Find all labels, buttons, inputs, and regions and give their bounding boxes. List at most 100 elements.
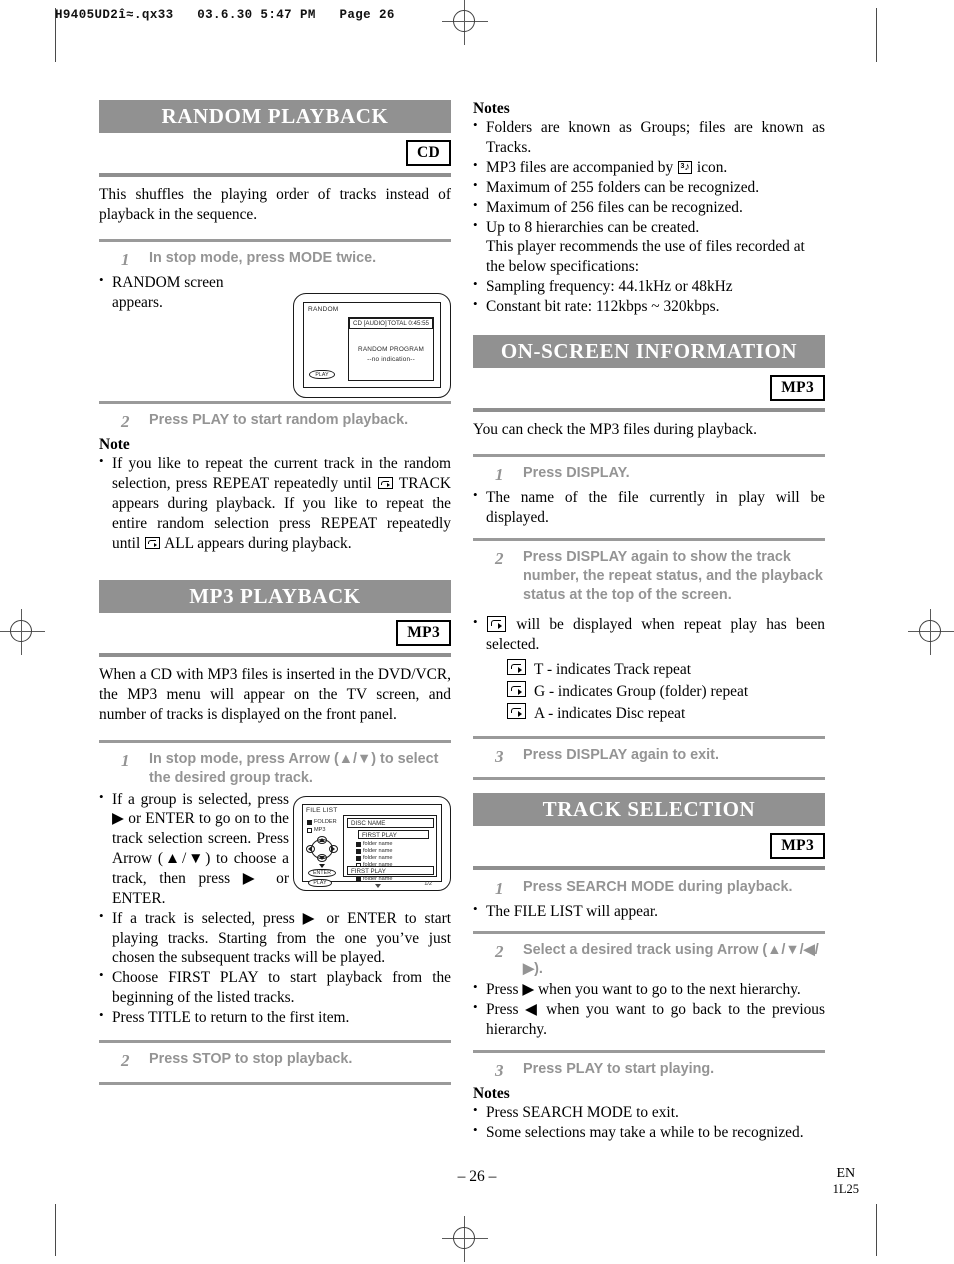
mp3-playback-bullets: If a track is selected, press ▶ or ENTER… [99,908,451,1028]
random-program-line1: RANDOM PROGRAM [358,346,424,354]
file-list-title: FILE LIST [306,806,338,814]
osi-step2-bullets: will be displayed when repeat play has b… [473,614,825,655]
random-program-line2: --no indication-- [367,356,415,364]
step-number: 1 [121,751,130,770]
step-number: 3 [495,747,504,766]
random-step1-bullets: RANDOM screen appears. [99,272,249,313]
hierarchy-text: Up to 8 hierarchies can be created. [486,218,700,236]
badge-row-osi: MP3 [473,368,825,403]
step-ts-1: 1 Press SEARCH MODE during playback. [473,878,825,901]
rule-osi-step3 [473,736,825,739]
random-intro-text: This shuffles the playing order of track… [99,186,451,224]
media-badge-mp3: MP3 [770,832,825,860]
step-osi-1: 1 Press DISPLAY. [473,464,825,487]
random-status-left: CD [AUDIO] [353,320,387,328]
list-item: MP3 files are accompanied by 3♪ icon. [473,157,825,178]
ts-step2-bullets: Press ▶ when you want to go to the next … [473,979,825,1040]
document-code: 1L25 [832,1181,859,1196]
row-icon [356,841,361,847]
repeat-mode-label: A - indicates Disc repeat [534,705,686,723]
repeat-mode-disc: A - indicates Disc repeat [473,703,825,725]
osi-intro-text: You can check the MP3 files during playb… [473,421,757,439]
mp3-filelist-illustration-block: FILE LIST FOLDER MP3 ENTER PLAY DISC NAM… [99,789,451,909]
list-item: Some selections may take a while to be r… [473,1122,825,1143]
list-item: Constant bit rate: 112kbps ~ 320kbps. [473,296,825,317]
first-play-top-field: FIRST PLAY [358,829,429,839]
random-note-list: If you like to repeat the current track … [99,453,451,553]
list-item: Maximum of 255 folders can be recognized… [473,177,825,198]
rule-ts-step2 [473,930,825,934]
play-button: PLAY [308,878,332,887]
rule-ts-step3 [473,1049,825,1053]
rule-random-step1 [99,239,451,243]
random-screen-panel: CD [AUDIO] TOTAL 0:45:55 RANDOM PROGRAM … [348,317,434,382]
rule-osi-end [473,776,825,780]
random-step1-illustration-block: RANDOM screen appears. RANDOM CD [AUDIO]… [99,272,451,399]
step-random-2: 2 Press PLAY to start random playback. [99,411,451,434]
enter-button: ENTER [308,868,336,877]
rule-ts-step1 [473,866,825,871]
mp3-icon-text-before: MP3 files are accompanied by [486,158,674,176]
list-item: If a track is selected, press ▶ or ENTER… [99,908,451,969]
list-item: RANDOM screen appears. [99,272,249,313]
manual-page: H9405UD2î≈.qx33 03.6.30 5:47 PM Page 26 … [0,0,954,1264]
dpad-left-arrow-icon [308,845,312,852]
rule-mp3-step2 [99,1039,451,1043]
section-title-on-screen-information: ON-SCREEN INFORMATION [473,334,825,368]
list-item: If a group is selected, press ▶ or ENTER… [99,789,289,909]
row-icon [356,848,361,854]
section-title-mp3-playback: MP3 PLAYBACK [99,579,451,613]
step-number: 2 [121,412,130,432]
step-mp3-2: 2 Press STOP to stop playback. [99,1050,451,1073]
step-number: 2 [495,548,504,568]
ts-notes-heading: Notes [473,1084,510,1102]
mp3-step1-bullet-wrapped: If a group is selected, press ▶ or ENTER… [99,789,289,909]
page-indicator: 1/2 [424,880,432,887]
step-number: 1 [121,250,130,270]
repeat-icon [377,477,393,490]
crop-rule-left-bottom [55,1204,56,1256]
registration-mark-bottom [442,1216,488,1262]
step-text: Press STOP to stop playback. [149,1050,353,1067]
file-header-text: H9405UD2î≈.qx33 03.6.30 5:47 PM Page 26 [55,8,395,22]
first-play-bottom-label: FIRST PLAY [351,867,386,875]
repeat-mode-label: T - indicates Track repeat [534,661,691,679]
step-ts-3: 3 Press PLAY to start playing. [473,1060,825,1083]
dpad-down-arrow-icon [319,855,325,860]
badge-row-mp3-playback: MP3 [99,613,451,648]
repeat-icon [507,659,526,676]
row-icon [356,876,361,882]
random-status-right: TOTAL 0:45:55 [387,320,429,328]
row-icon [356,855,361,861]
crop-rule-right-bottom [876,1204,877,1256]
step-text: Press PLAY to start playing. [523,1060,715,1077]
section-title-random-playback: RANDOM PLAYBACK [99,100,451,134]
ts-notes-list: Press SEARCH MODE to exit. Some selectio… [473,1102,825,1143]
step-text: Press DISPLAY. [523,465,630,482]
list-item: Up to 8 hierarchies can be created. This… [473,217,825,278]
registration-mark-top [442,0,488,45]
hierarchy-continuation: This player recommends the use of files … [486,238,805,276]
step-text: Press PLAY to start random playback. [149,412,409,429]
media-badge-mp3: MP3 [770,374,825,402]
ts-step1-bullets: The FILE LIST will appear. [473,901,825,922]
list-item: folder name [363,854,393,861]
list-item: Press ◀ when you want to go back to the … [473,999,825,1040]
folder-legend-label: FOLDER [314,818,337,825]
mp3-legend-label: MP3 [314,826,326,833]
step-text: Press SEARCH MODE during playback. [523,879,793,896]
first-play-top-label: FIRST PLAY [362,831,397,839]
bullet-text: will be displayed when repeat play has b… [486,615,825,653]
random-screen-illustration: RANDOM CD [AUDIO] TOTAL 0:45:55 RANDOM P… [293,293,451,399]
step-number: 3 [495,1060,504,1080]
list-item: folder name [363,847,393,854]
registration-mark-left [0,609,45,655]
random-play-button: PLAY [309,370,335,380]
step-text: Select a desired track using Arrow (▲/▼/… [523,941,819,978]
list-item: Choose FIRST PLAY to start playback from… [99,967,451,1008]
rule-random-step2 [99,401,451,405]
mp3-notes-list: Folders are known as Groups; files are k… [473,117,825,317]
rule-mp3-intro [99,652,451,657]
section-title-track-selection: TRACK SELECTION [473,792,825,826]
page-number: – 26 – [457,1168,497,1185]
